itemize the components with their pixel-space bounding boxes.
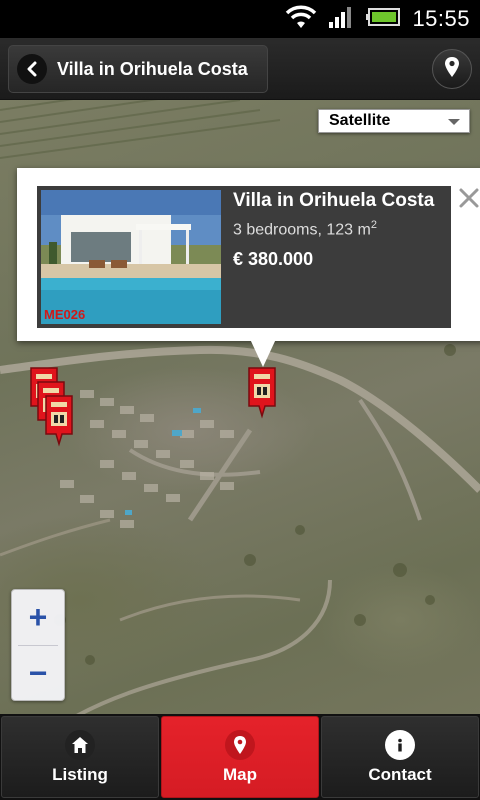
wifi-icon xyxy=(284,4,318,35)
map-pin-icon xyxy=(444,56,460,83)
close-icon[interactable] xyxy=(457,186,480,210)
map-view[interactable]: Satellite ME026 Villa in Orihuela Costa … xyxy=(0,100,480,714)
property-price: € 380.000 xyxy=(233,249,314,269)
property-details: 3 bedrooms, 123 m2 xyxy=(233,219,377,239)
info-icon xyxy=(385,729,415,760)
signal-icon xyxy=(328,4,356,35)
status-bar: 15:55 xyxy=(0,0,480,38)
nav-contact-label: Contact xyxy=(368,764,432,784)
chevron-down-icon xyxy=(448,119,460,125)
nav-map-label: Map xyxy=(223,764,257,784)
zoom-in-button[interactable]: + xyxy=(12,590,64,645)
info-window-pointer xyxy=(250,339,276,367)
property-info-window[interactable]: ME026 Villa in Orihuela Costa 3 bedrooms… xyxy=(17,168,480,367)
property-marker-cluster-3[interactable] xyxy=(42,394,76,447)
nav-map[interactable]: Map xyxy=(161,716,319,798)
chevron-left-icon xyxy=(17,54,47,84)
property-card[interactable]: ME026 Villa in Orihuela Costa 3 bedrooms… xyxy=(37,186,451,328)
zoom-out-button[interactable]: − xyxy=(12,646,64,701)
location-button[interactable] xyxy=(432,49,472,89)
bottom-navigation: Listing Map Contact xyxy=(0,714,480,800)
page-title: Villa in Orihuela Costa xyxy=(57,58,248,79)
nav-contact[interactable]: Contact xyxy=(321,716,479,798)
map-type-value: Satellite xyxy=(329,112,391,129)
property-details-sup: 2 xyxy=(370,219,377,231)
battery-icon xyxy=(366,6,402,33)
property-reference: ME026 xyxy=(44,307,86,322)
property-details-text: 3 bedrooms, 123 m xyxy=(233,221,371,239)
nav-listing-label: Listing xyxy=(52,764,108,784)
zoom-control: + − xyxy=(11,589,65,701)
map-type-select[interactable]: Satellite xyxy=(318,109,470,133)
clock: 15:55 xyxy=(412,6,470,31)
action-bar: Villa in Orihuela Costa xyxy=(0,38,480,100)
property-marker-main[interactable] xyxy=(245,366,279,419)
property-photo: ME026 xyxy=(41,190,221,324)
nav-listing[interactable]: Listing xyxy=(1,716,159,798)
map-pin-icon xyxy=(225,729,255,760)
property-title: Villa in Orihuela Costa xyxy=(233,190,435,211)
home-icon xyxy=(65,729,95,760)
back-button[interactable]: Villa in Orihuela Costa xyxy=(8,45,268,93)
